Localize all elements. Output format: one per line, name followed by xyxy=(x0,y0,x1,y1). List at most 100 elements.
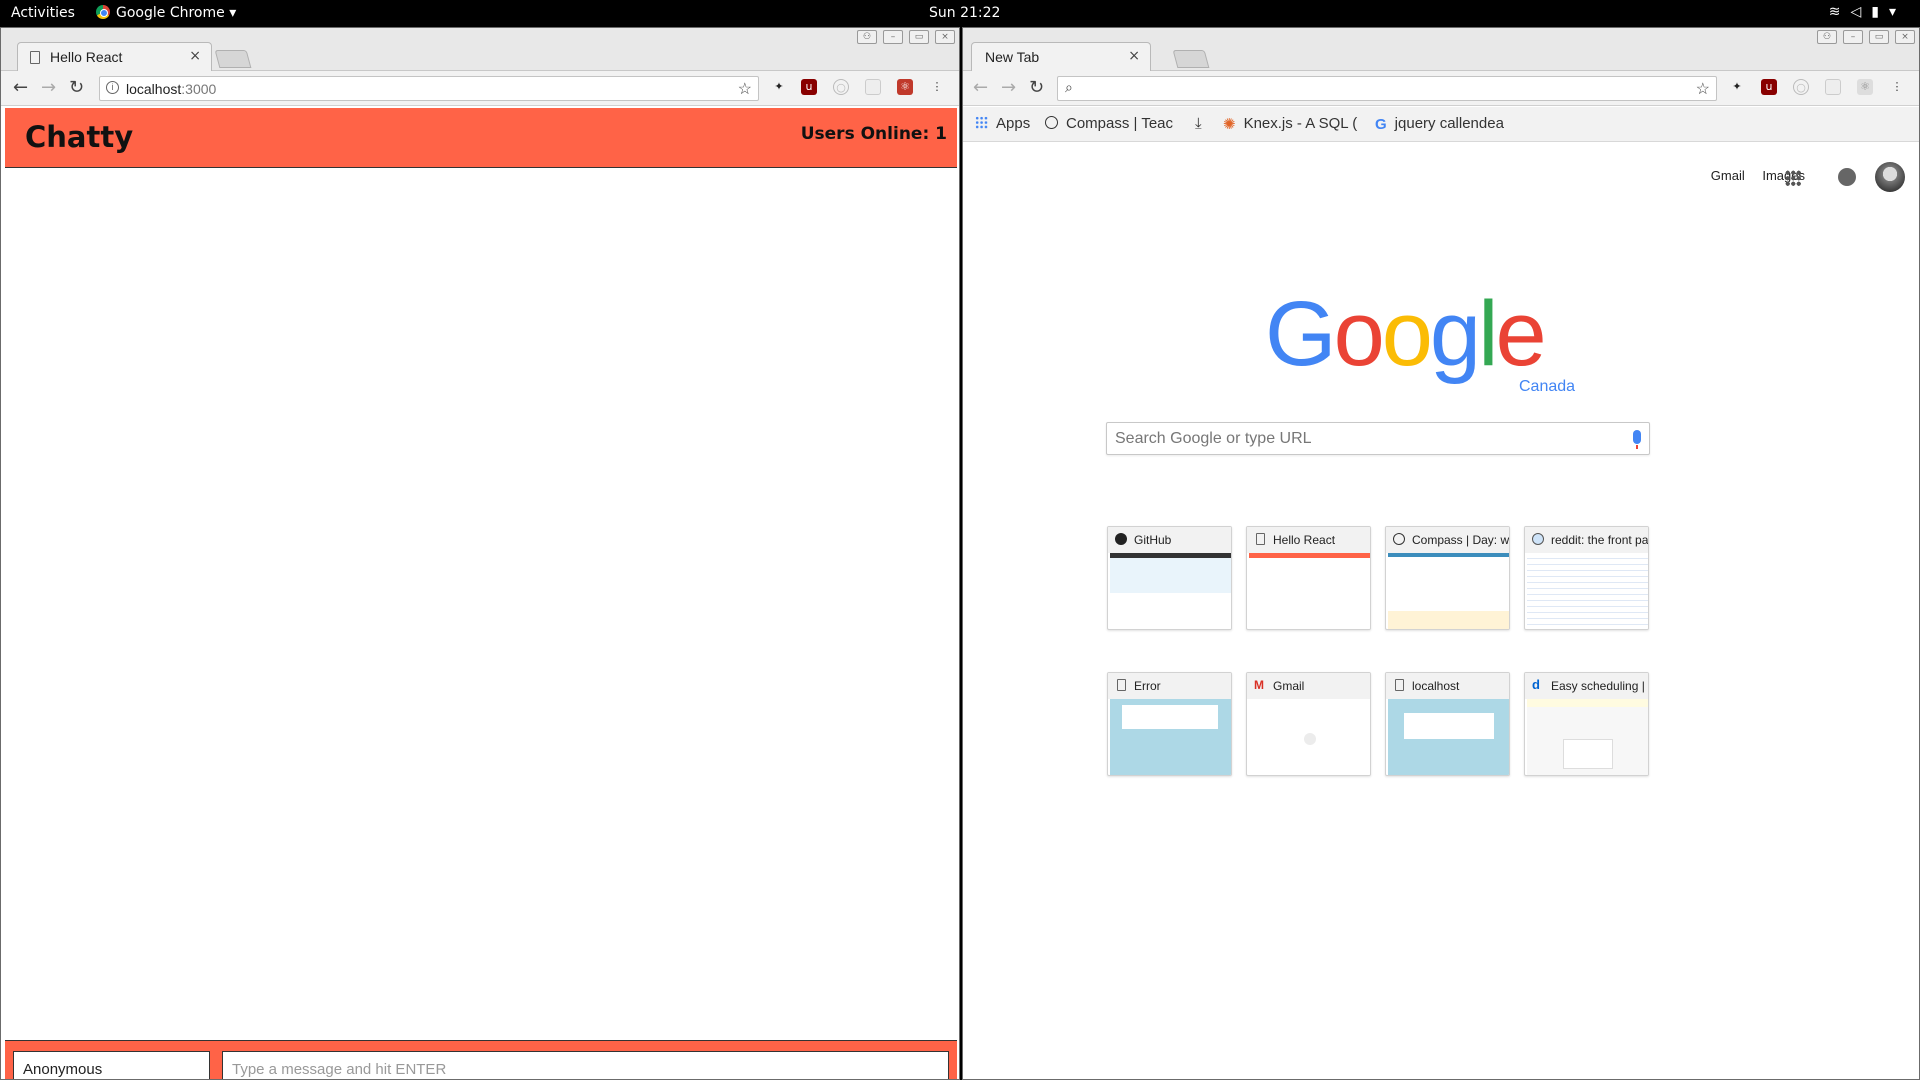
tile-hello-react[interactable]: Hello React xyxy=(1246,526,1371,630)
new-tab-button[interactable] xyxy=(1172,50,1210,68)
compass-icon xyxy=(1045,116,1058,129)
ntp-search-box[interactable]: Search Google or type URL xyxy=(1106,422,1650,455)
maximize-button[interactable]: ▭ xyxy=(1869,30,1889,44)
tile-thumbnail xyxy=(1249,699,1370,775)
reload-button[interactable]: ↻ xyxy=(69,77,84,98)
logo-letter: G xyxy=(1265,283,1337,385)
activities-button[interactable]: Activities xyxy=(11,5,75,21)
bookmark-star-icon[interactable]: ☆ xyxy=(738,79,752,99)
chatty-brand[interactable]: Chatty xyxy=(25,120,133,154)
extension-blank-icon[interactable] xyxy=(1825,79,1841,95)
tile-thumbnail xyxy=(1527,553,1648,629)
new-tab-button[interactable] xyxy=(214,50,252,68)
tab-strip: New Tab × ⚇ – ▭ × xyxy=(963,28,1919,71)
download-icon: ⤓ xyxy=(1195,115,1202,132)
tile-localhost[interactable]: localhost xyxy=(1385,672,1510,776)
extension-icon[interactable]: ✦ xyxy=(1729,79,1745,95)
system-tray[interactable]: ≋◁▮▾ xyxy=(1829,4,1906,20)
apps-launcher-icon[interactable] xyxy=(1785,170,1801,186)
notifications-bell-icon[interactable] xyxy=(1838,168,1856,186)
forward-button[interactable]: → xyxy=(41,77,56,98)
logo-letter: l xyxy=(1478,283,1499,385)
logo-letter: o xyxy=(1333,283,1385,385)
bookmark-label: Compass | Teac xyxy=(1066,115,1173,132)
tab-strip: Hello React × ⚇ – ▭ × xyxy=(1,28,959,71)
system-top-bar: Activities Google Chrome ▾ Sun 21:22 ≋◁▮… xyxy=(0,0,1920,27)
logo-letter: e xyxy=(1495,283,1547,385)
apps-grid-icon xyxy=(975,116,988,129)
account-avatar[interactable] xyxy=(1875,162,1905,192)
ublock-icon[interactable]: u xyxy=(1761,79,1777,95)
extension-blank-icon[interactable] xyxy=(865,79,881,95)
forward-button[interactable]: → xyxy=(1001,77,1016,98)
maximize-button[interactable]: ▭ xyxy=(909,30,929,44)
menu-dots-icon[interactable]: ⋮ xyxy=(1889,79,1905,95)
tile-thumbnail xyxy=(1249,553,1370,629)
back-button[interactable]: ← xyxy=(973,77,988,98)
reddit-icon xyxy=(1532,533,1544,545)
knex-icon: ✺ xyxy=(1223,116,1236,132)
bookmark-knex[interactable]: ✺ Knex.js - A SQL ( xyxy=(1223,115,1358,132)
clock[interactable]: Sun 21:22 xyxy=(929,5,1000,21)
tile-doodle[interactable]: d Easy scheduling | Doo xyxy=(1524,672,1649,776)
tile-github[interactable]: GitHub xyxy=(1107,526,1232,630)
bookmarks-bar: Apps Compass | Teac ⤓ ✺ Knex.js - A SQL (… xyxy=(963,107,1919,142)
extension-icon[interactable]: ✦ xyxy=(771,79,787,95)
message-input[interactable]: Type a message and hit ENTER xyxy=(222,1051,949,1079)
gmail-link[interactable]: Gmail xyxy=(1711,168,1745,183)
close-window-button[interactable]: × xyxy=(1895,30,1915,44)
tile-error[interactable]: Error xyxy=(1107,672,1232,776)
tile-compass[interactable]: Compass | Day: w5d5 xyxy=(1385,526,1510,630)
tab-hello-react[interactable]: Hello React × xyxy=(17,42,212,71)
tab-new-tab[interactable]: New Tab × xyxy=(971,42,1151,71)
react-devtools-icon[interactable]: ⚛ xyxy=(1857,79,1873,95)
ublock-icon[interactable]: u xyxy=(801,79,817,95)
chat-bar: Anonymous Type a message and hit ENTER xyxy=(5,1040,957,1079)
chrome-window-right: New Tab × ⚇ – ▭ × ← → ↻ ⌕ ☆ ✦ u ○ ⚛ ⋮ Ap… xyxy=(962,27,1920,1080)
bookmark-compass[interactable]: Compass | Teac xyxy=(1045,115,1181,132)
close-window-button[interactable]: × xyxy=(935,30,955,44)
reload-button[interactable]: ↻ xyxy=(1029,77,1044,98)
back-button[interactable]: ← xyxy=(13,77,28,98)
minimize-button[interactable]: – xyxy=(883,30,903,44)
username-input[interactable]: Anonymous xyxy=(13,1051,210,1079)
info-icon[interactable]: i xyxy=(106,81,119,94)
page-icon xyxy=(1256,533,1265,545)
url-host: localhost xyxy=(126,81,182,97)
doodle-icon: d xyxy=(1532,677,1540,692)
bookmark-jquery[interactable]: Gjquery callendea xyxy=(1375,115,1517,132)
bookmark-label: jquery callendea xyxy=(1394,115,1504,132)
extension-circle-icon[interactable]: ○ xyxy=(833,79,849,95)
browser-toolbar: ← → ↻ i localhost:3000 ☆ ✦ u ○ ⚛ ⋮ xyxy=(1,71,959,106)
address-bar[interactable]: i localhost:3000 ☆ xyxy=(99,76,759,101)
page-icon xyxy=(30,51,40,64)
bookmark-star-icon[interactable]: ☆ xyxy=(1696,79,1710,99)
bookmark-label: Knex.js - A SQL ( xyxy=(1243,115,1358,132)
tab-close-button[interactable]: × xyxy=(189,48,201,64)
tile-thumbnail xyxy=(1388,553,1509,629)
tile-reddit[interactable]: reddit: the front page o xyxy=(1524,526,1649,630)
minimize-button[interactable]: – xyxy=(1843,30,1863,44)
window-controls: ⚇ – ▭ × xyxy=(857,30,955,44)
tab-close-button[interactable]: × xyxy=(1128,48,1140,64)
react-devtools-icon[interactable]: ⚛ xyxy=(897,79,913,95)
bookmark-apps[interactable]: Apps xyxy=(975,115,1030,132)
profile-icon[interactable]: ⚇ xyxy=(857,30,877,44)
tile-title: GitHub xyxy=(1134,533,1172,547)
tab-title: Hello React xyxy=(50,49,123,65)
bookmark-download[interactable]: ⤓ xyxy=(1195,115,1202,132)
browser-toolbar: ← → ↻ ⌕ ☆ ✦ u ○ ⚛ ⋮ xyxy=(963,71,1919,106)
profile-icon[interactable]: ⚇ xyxy=(1817,30,1837,44)
chevron-down-icon: ▾ xyxy=(229,5,237,21)
app-menu[interactable]: Google Chrome ▾ xyxy=(96,5,236,21)
search-icon: ⌕ xyxy=(1065,79,1073,95)
menu-dots-icon[interactable]: ⋮ xyxy=(929,79,945,95)
tile-title: Hello React xyxy=(1273,533,1336,547)
logo-letter: o xyxy=(1381,283,1433,385)
tile-title: localhost xyxy=(1412,679,1460,693)
address-bar[interactable]: ⌕ ☆ xyxy=(1057,76,1717,101)
chevron-down-icon: ▾ xyxy=(1888,4,1906,20)
microphone-icon[interactable] xyxy=(1633,430,1641,449)
tile-gmail[interactable]: M Gmail xyxy=(1246,672,1371,776)
extension-circle-icon[interactable]: ○ xyxy=(1793,79,1809,95)
